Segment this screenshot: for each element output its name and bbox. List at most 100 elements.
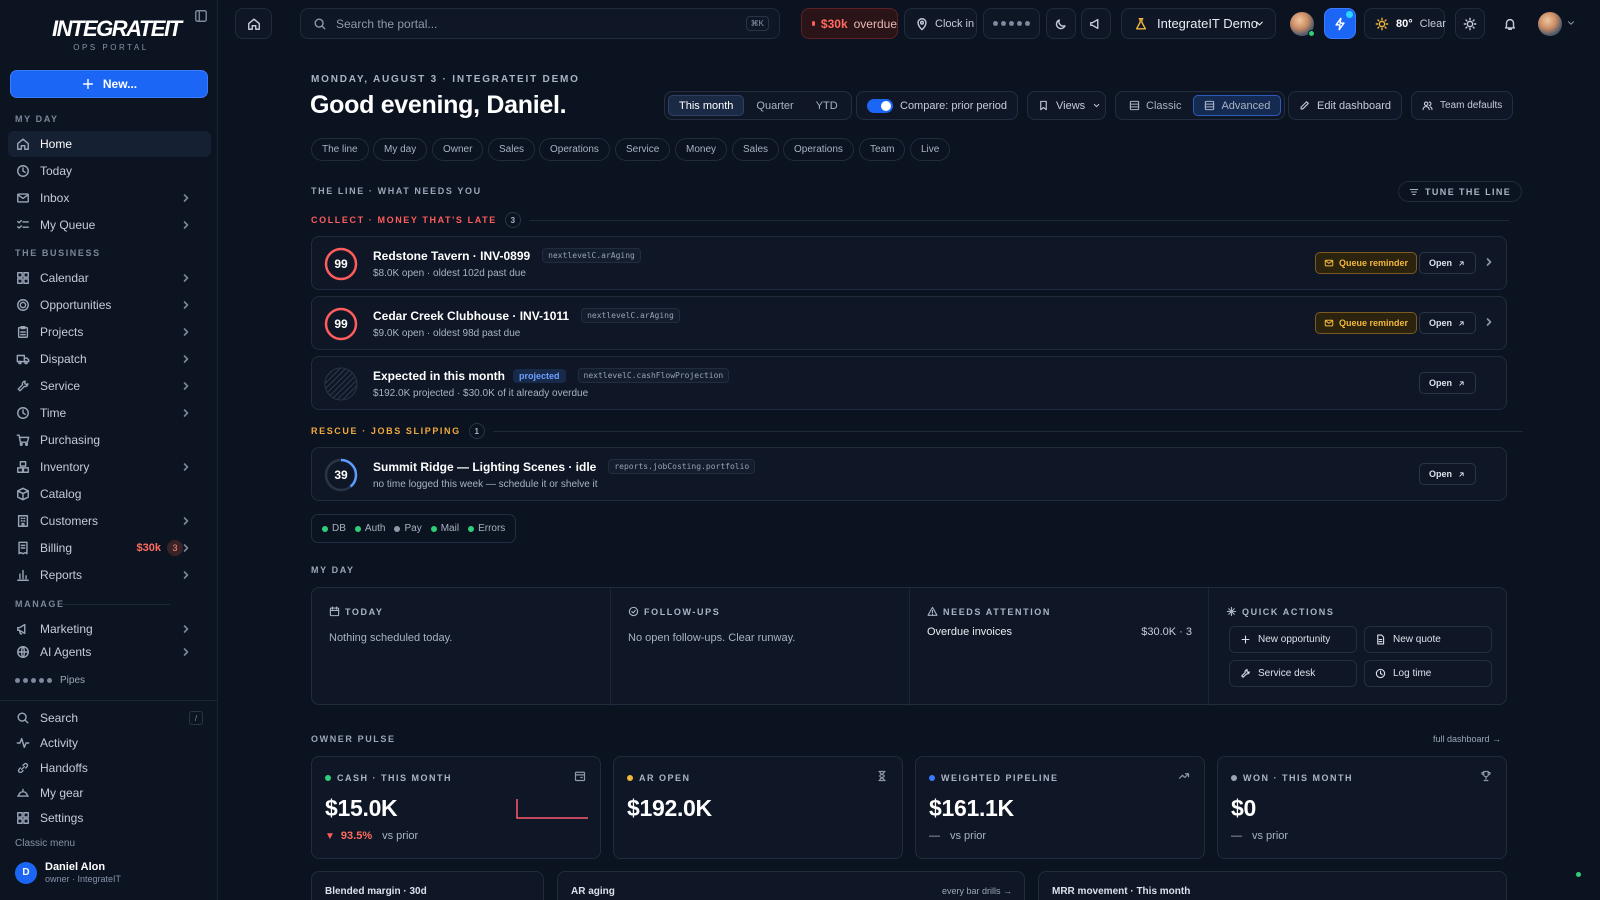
views-dropdown[interactable]: Views: [1027, 91, 1106, 120]
tab-operations[interactable]: Operations: [539, 138, 610, 161]
line-item-card[interactable]: 39 Summit Ridge — Lighting Scenes · idle…: [311, 447, 1507, 501]
tab-sales[interactable]: Sales: [488, 138, 536, 161]
quick-actions-button[interactable]: [1324, 8, 1356, 39]
tab-live[interactable]: Live: [910, 138, 951, 161]
queue-reminder-button[interactable]: Queue reminder: [1315, 252, 1418, 274]
open-button[interactable]: Open: [1419, 372, 1477, 394]
compare-toggle[interactable]: Compare: prior period: [856, 91, 1018, 120]
group-count-badge: 3: [504, 212, 521, 228]
classic-menu-link[interactable]: Classic menu: [15, 838, 75, 849]
line-item-card[interactable]: 99 Cedar Creek Clubhouse · INV-1011 nextl…: [311, 296, 1507, 350]
item-title: Cedar Creek Clubhouse · INV-1011: [373, 308, 570, 323]
theme-button[interactable]: [1455, 8, 1485, 39]
period-this-month[interactable]: This month: [668, 95, 745, 116]
user-profile[interactable]: D Daniel Alon owner · IntegrateIT: [15, 861, 121, 884]
sidebar-item-inbox[interactable]: Inbox: [8, 185, 211, 211]
sidebar-item-catalog[interactable]: Catalog: [8, 481, 211, 507]
open-button[interactable]: Open: [1419, 463, 1477, 485]
kpi-card-ar-open[interactable]: AR OPEN $192.0K: [613, 756, 903, 859]
brand-logo[interactable]: INTEGRATEIT OPS PORTAL: [52, 16, 182, 52]
new-opportunity-button[interactable]: New opportunity: [1229, 626, 1357, 653]
announcements-button[interactable]: [1081, 8, 1111, 39]
attention-row[interactable]: Overdue invoices $30.0K · 3: [927, 626, 1192, 638]
notifications-button[interactable]: [1495, 8, 1525, 39]
weather-widget[interactable]: 80° Clear: [1364, 8, 1446, 39]
line-item-card[interactable]: 99 Redstone Tavern · INV-0899 nextlevelC.…: [311, 236, 1507, 290]
user-avatar-menu[interactable]: [1538, 12, 1562, 36]
tab-money[interactable]: Money: [675, 138, 728, 161]
sidebar-item-home[interactable]: Home: [8, 131, 211, 157]
wrench-icon: [16, 379, 30, 393]
chevron-down-icon[interactable]: [1566, 18, 1576, 28]
dark-mode-button[interactable]: [1046, 8, 1076, 39]
pipes-indicator[interactable]: Pipes: [15, 675, 85, 686]
period-quarter[interactable]: Quarter: [746, 95, 803, 116]
sidebar-item-marketing[interactable]: Marketing: [8, 616, 211, 642]
new-quote-button[interactable]: New quote: [1364, 626, 1492, 653]
blended-margin-card[interactable]: Blended margin · 30d: [311, 871, 544, 900]
kpi-card-weighted-pipeline[interactable]: WEIGHTED PIPELINE $161.1K — vs prior: [915, 756, 1205, 859]
sidebar-item-customers[interactable]: Customers: [8, 508, 211, 534]
tab-sales-2[interactable]: Sales: [732, 138, 780, 161]
tune-the-line-button[interactable]: TUNE THE LINE: [1398, 181, 1523, 202]
avatar: D: [15, 861, 37, 884]
org-switcher[interactable]: IntegrateIT Demo: [1121, 8, 1276, 39]
service-desk-button[interactable]: Service desk: [1229, 660, 1357, 687]
system-health-status[interactable]: DB Auth Pay Mail Errors: [311, 514, 517, 543]
sidebar-item-search[interactable]: Search /: [8, 707, 211, 729]
sidebar-item-dispatch[interactable]: Dispatch: [8, 346, 211, 372]
chevron-right-icon[interactable]: [1484, 317, 1494, 327]
sidebar-item-billing[interactable]: Billing $30k 3: [8, 535, 211, 561]
status-dots-button[interactable]: [983, 8, 1040, 39]
sidebar-item-calendar[interactable]: Calendar: [8, 265, 211, 291]
sidebar-item-time[interactable]: Time: [8, 400, 211, 426]
kpi-card-cash[interactable]: CASH · THIS MONTH $15.0K ▼ 93.5% vs prior: [311, 756, 601, 859]
card-title: MRR movement · This month: [1052, 886, 1191, 897]
sidebar-item-inventory[interactable]: Inventory: [8, 454, 211, 480]
alert-dot-icon: [812, 21, 815, 26]
tab-operations-2[interactable]: Operations: [783, 138, 854, 161]
sidebar-item-opportunities[interactable]: Opportunities: [8, 292, 211, 318]
sidebar-item-purchasing[interactable]: Purchasing: [8, 427, 211, 453]
home-button[interactable]: [235, 8, 272, 39]
open-button[interactable]: Open: [1419, 252, 1477, 274]
sidebar-item-handoffs[interactable]: Handoffs: [8, 757, 211, 779]
team-defaults-button[interactable]: Team defaults: [1411, 91, 1514, 120]
log-time-button[interactable]: Log time: [1364, 660, 1492, 687]
sidebar-item-projects[interactable]: Projects: [8, 319, 211, 345]
tab-my-day[interactable]: My day: [373, 138, 428, 161]
chevron-right-icon[interactable]: [1484, 257, 1494, 267]
location-pin-icon: [915, 17, 929, 31]
tab-owner[interactable]: Owner: [432, 138, 484, 161]
drill-hint-link[interactable]: every bar drills →: [942, 886, 1012, 896]
overdue-alert-button[interactable]: $30k overdue: [801, 8, 898, 39]
sidebar-item-my-queue[interactable]: My Queue: [8, 212, 211, 238]
tab-the-line[interactable]: The line: [311, 138, 369, 161]
open-button[interactable]: Open: [1419, 312, 1477, 334]
sidebar-item-my-gear[interactable]: My gear: [8, 782, 211, 804]
toggle-switch[interactable]: [867, 98, 893, 113]
sidebar-item-reports[interactable]: Reports: [8, 562, 211, 588]
full-dashboard-link[interactable]: full dashboard →: [1433, 734, 1501, 744]
mrr-movement-card[interactable]: MRR movement · This month: [1038, 871, 1507, 900]
collapse-sidebar-icon[interactable]: [194, 9, 208, 23]
sidebar-item-service[interactable]: Service: [8, 373, 211, 399]
mode-classic[interactable]: Classic: [1119, 95, 1191, 116]
queue-reminder-button[interactable]: Queue reminder: [1315, 312, 1418, 334]
period-ytd[interactable]: YTD: [806, 95, 848, 116]
sidebar-item-settings[interactable]: Settings: [8, 807, 211, 829]
clock-in-button[interactable]: Clock in: [904, 8, 977, 39]
mode-advanced[interactable]: Advanced: [1193, 95, 1282, 116]
tab-service[interactable]: Service: [615, 138, 671, 161]
sidebar-item-activity[interactable]: Activity: [8, 732, 211, 754]
sidebar-item-today[interactable]: Today: [8, 158, 211, 184]
tab-team[interactable]: Team: [859, 138, 906, 161]
team-avatar[interactable]: [1290, 12, 1315, 37]
sidebar-item-ai-agents[interactable]: AI Agents: [8, 643, 211, 661]
search-input[interactable]: Search the portal... ⌘K: [300, 8, 780, 39]
kpi-card-won[interactable]: WON · THIS MONTH $0 — vs prior: [1217, 756, 1507, 859]
line-item-card[interactable]: Expected in this month projected nextlevel…: [311, 356, 1507, 410]
new-button[interactable]: New...: [10, 70, 208, 98]
edit-dashboard-button[interactable]: Edit dashboard: [1288, 91, 1402, 120]
ar-aging-card[interactable]: AR aging every bar drills →: [557, 871, 1025, 900]
